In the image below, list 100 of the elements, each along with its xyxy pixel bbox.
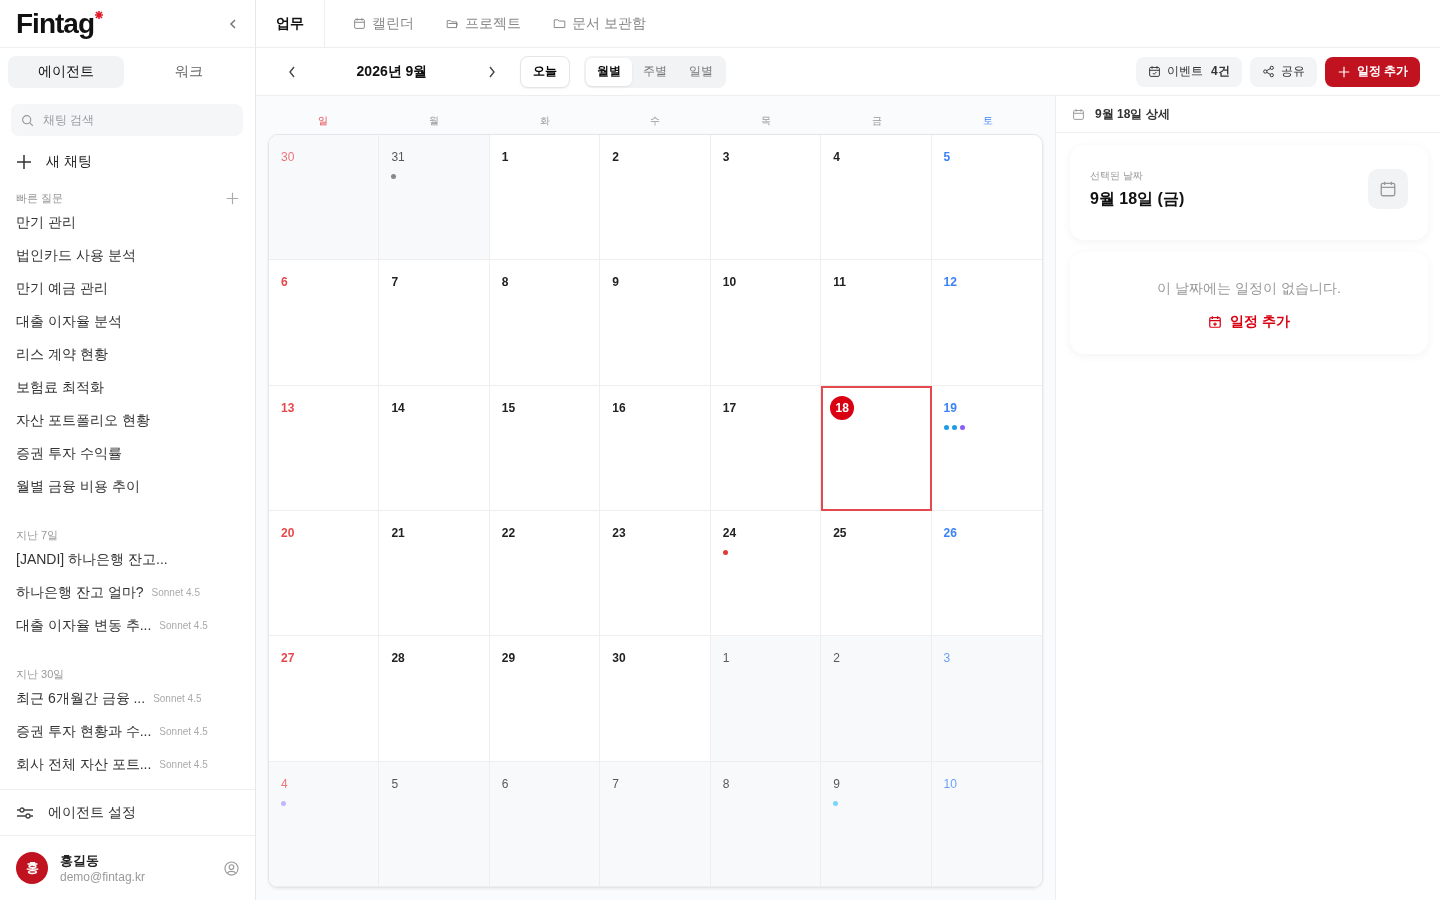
day-cell[interactable]: 26 bbox=[931, 511, 1042, 637]
day-cell[interactable]: 16 bbox=[600, 385, 711, 511]
day-cell[interactable]: 24 bbox=[710, 511, 822, 637]
day-cell[interactable]: 14 bbox=[379, 385, 490, 511]
quick-question[interactable]: 법인카드 사용 분석 bbox=[16, 246, 136, 265]
day-cell[interactable]: 7 bbox=[379, 260, 490, 386]
add-event-link[interactable]: 일정 추가 bbox=[1202, 312, 1296, 332]
chat-history-item[interactable]: 하나은행 잔고 얼마? bbox=[16, 583, 144, 602]
selected-date: 9월 18일 (금) bbox=[1090, 189, 1185, 209]
day-cell[interactable]: 9 bbox=[821, 761, 932, 887]
day-cell[interactable]: 15 bbox=[489, 385, 601, 511]
today-button[interactable]: 오늘 bbox=[520, 55, 570, 88]
chat-history-item[interactable]: 회사 전체 자산 포트... bbox=[16, 755, 152, 774]
day-cell[interactable]: 18 bbox=[821, 385, 932, 511]
quick-question[interactable]: 증권 투자 수익률 bbox=[16, 444, 122, 463]
day-cell[interactable]: 6 bbox=[489, 761, 601, 887]
day-cell[interactable]: 2 bbox=[600, 135, 711, 261]
folder-icon bbox=[446, 17, 459, 30]
model-label: Sonnet 4.5 bbox=[151, 587, 200, 598]
chat-history-item[interactable]: 대출 이자율 변동 추... bbox=[16, 616, 152, 635]
share-button[interactable]: 공유 bbox=[1249, 56, 1317, 87]
day-cell[interactable]: 12 bbox=[931, 260, 1042, 386]
day-cell[interactable]: 11 bbox=[821, 260, 932, 386]
day-number: 7 bbox=[612, 776, 619, 791]
quick-question[interactable]: 대출 이자율 분석 bbox=[16, 312, 122, 331]
add-event-button[interactable]: 일정 추가 bbox=[1324, 56, 1420, 87]
calendar-icon bbox=[353, 17, 366, 30]
folder-icon bbox=[553, 17, 566, 30]
weekday-label: 금 bbox=[871, 115, 882, 126]
day-cell[interactable]: 7 bbox=[600, 761, 711, 887]
nav-tab[interactable]: 프로젝트 bbox=[430, 0, 537, 47]
view-tab[interactable]: 월별 bbox=[586, 57, 632, 86]
weekday-label: 목 bbox=[761, 115, 772, 126]
day-cell[interactable]: 25 bbox=[821, 511, 932, 637]
weekday-label: 수 bbox=[650, 115, 661, 126]
sidebar-tab[interactable]: 에이전트 bbox=[8, 56, 124, 88]
day-cell[interactable]: 5 bbox=[379, 761, 490, 887]
model-label: Sonnet 4.5 bbox=[159, 759, 208, 770]
day-cell[interactable]: 30 bbox=[600, 636, 711, 762]
day-cell[interactable]: 6 bbox=[269, 260, 380, 386]
day-cell[interactable]: 19 bbox=[931, 385, 1042, 511]
chat-history-item[interactable]: 증권 투자 현황과 수... bbox=[16, 722, 152, 741]
day-number: 30 bbox=[612, 651, 626, 666]
view-tab[interactable]: 일별 bbox=[678, 57, 724, 86]
nav-tab[interactable]: 문서 보관함 bbox=[537, 0, 662, 47]
chat-history-item[interactable]: 최근 6개월간 금융 ... bbox=[16, 689, 146, 708]
sidebar-tab[interactable]: 워크 bbox=[131, 56, 247, 88]
day-cell[interactable]: 5 bbox=[931, 135, 1042, 261]
chat-history-item[interactable]: [JANDI] 하나은행 잔고... bbox=[16, 550, 168, 569]
new-chat-button[interactable]: 새 채팅 bbox=[8, 148, 247, 176]
day-cell[interactable]: 8 bbox=[489, 260, 601, 386]
logo: Fintag bbox=[16, 6, 103, 41]
day-number: 5 bbox=[391, 776, 399, 791]
view-tab[interactable]: 주별 bbox=[632, 57, 678, 86]
day-cell[interactable]: 10 bbox=[710, 260, 822, 386]
day-cell[interactable]: 1 bbox=[489, 135, 601, 261]
search-field[interactable]: 채팅 검색 bbox=[11, 104, 243, 136]
quick-question[interactable]: 리스 계약 현황 bbox=[16, 345, 108, 364]
day-cell[interactable]: 8 bbox=[710, 761, 822, 887]
day-number: 23 bbox=[612, 526, 626, 540]
day-number: 18 bbox=[830, 395, 855, 420]
day-cell[interactable]: 20 bbox=[269, 511, 380, 637]
user-email: demo@fintag.kr bbox=[60, 870, 146, 884]
day-cell[interactable]: 1 bbox=[710, 636, 822, 762]
field-label: 선택된 날짜 bbox=[1090, 169, 1144, 183]
quick-question[interactable]: 자산 포트폴리오 현황 bbox=[16, 411, 150, 430]
account-icon[interactable] bbox=[224, 860, 239, 876]
day-cell[interactable]: 27 bbox=[269, 636, 380, 762]
day-cell[interactable]: 29 bbox=[489, 636, 601, 762]
nav-tab[interactable]: 캘린더 bbox=[337, 0, 430, 47]
day-number: 4 bbox=[281, 776, 288, 791]
quick-question[interactable]: 월별 금융 비용 추이 bbox=[16, 477, 140, 496]
model-label: Sonnet 4.5 bbox=[153, 693, 202, 704]
day-cell[interactable]: 22 bbox=[489, 511, 601, 637]
nav-tab[interactable]: 업무 bbox=[256, 0, 325, 47]
events-button[interactable]: 이벤트 4건 bbox=[1135, 56, 1242, 87]
day-cell[interactable]: 28 bbox=[379, 636, 490, 762]
day-number: 26 bbox=[943, 526, 957, 540]
day-cell[interactable]: 17 bbox=[710, 385, 822, 511]
day-cell[interactable]: 21 bbox=[379, 511, 490, 637]
quick-question[interactable]: 보험료 최적화 bbox=[16, 378, 104, 397]
quick-question[interactable]: 만기 관리 bbox=[16, 213, 76, 232]
agent-settings-button[interactable]: 에이전트 설정 bbox=[0, 789, 255, 836]
day-number: 10 bbox=[722, 275, 737, 290]
day-number: 4 bbox=[833, 150, 840, 164]
day-cell[interactable]: 9 bbox=[600, 260, 711, 386]
day-cell[interactable]: 4 bbox=[821, 135, 932, 261]
day-cell[interactable]: 2 bbox=[821, 636, 932, 762]
quick-question[interactable]: 만기 예금 관리 bbox=[16, 279, 108, 298]
day-number: 5 bbox=[943, 150, 951, 164]
user-avatar: 홍 bbox=[16, 852, 48, 884]
day-number: 3 bbox=[943, 651, 951, 666]
day-cell[interactable]: 31 bbox=[379, 135, 490, 261]
day-cell[interactable]: 23 bbox=[600, 511, 711, 637]
sliders-icon bbox=[16, 805, 34, 820]
day-cell[interactable]: 13 bbox=[269, 385, 380, 511]
calendar-button[interactable] bbox=[1368, 169, 1408, 209]
add-question-button[interactable] bbox=[226, 191, 239, 205]
day-cell[interactable]: 3 bbox=[710, 135, 822, 261]
day-number: 1 bbox=[501, 150, 509, 164]
